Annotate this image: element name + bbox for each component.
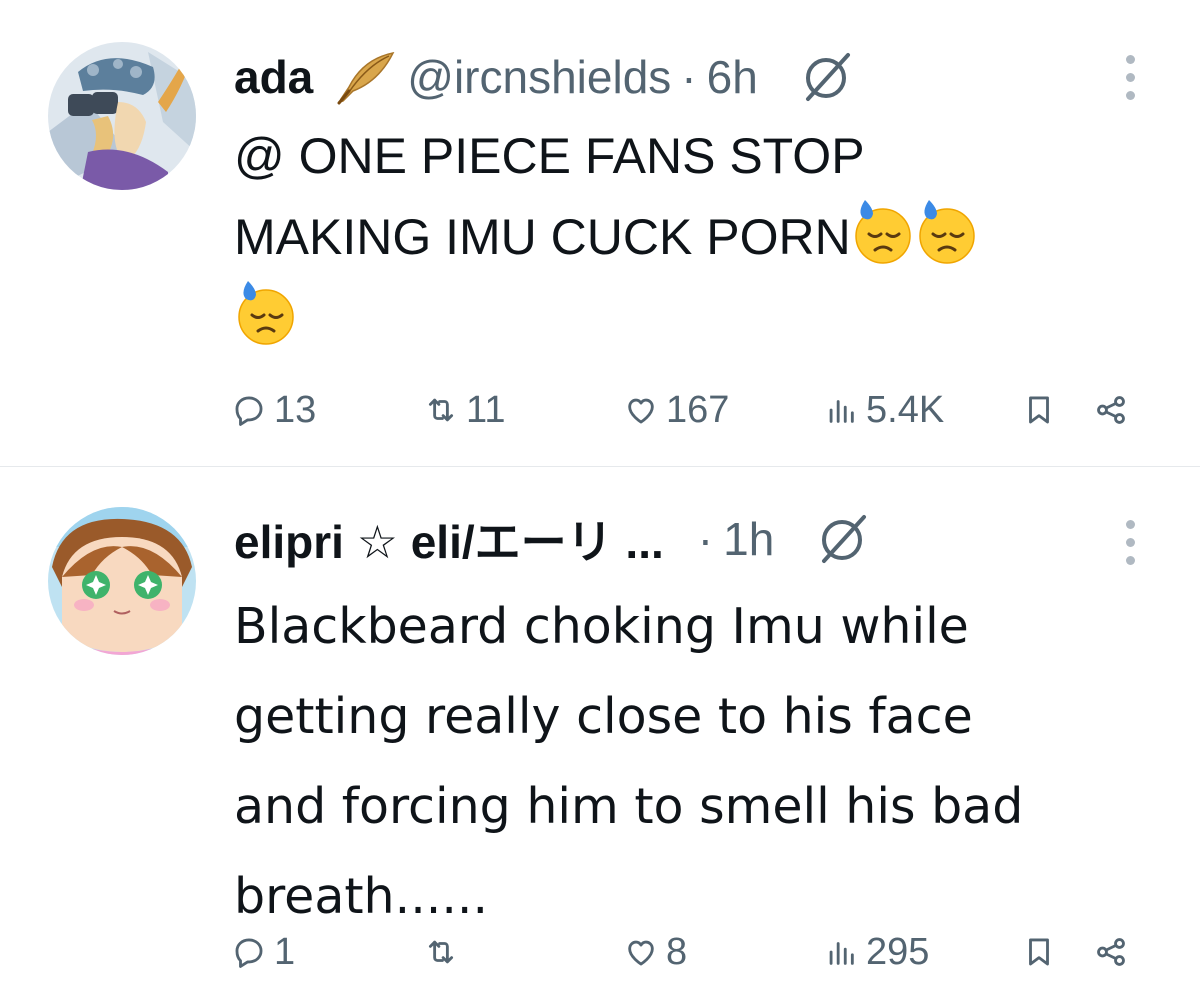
reply-count: 1 <box>274 930 296 973</box>
bookmark-icon <box>1029 396 1049 424</box>
grok-icon[interactable] <box>814 511 870 567</box>
share-icon <box>1097 938 1125 966</box>
tweet-text-line: getting really close to his face <box>234 688 973 745</box>
tweet-text-line: and forcing him to smell his bad <box>234 778 1024 835</box>
tweet-text-line-with-emoji: MAKING IMU CUCK PORN <box>234 196 1134 277</box>
tweet-text-line: MAKING IMU CUCK PORN <box>234 209 851 265</box>
avatar[interactable] <box>48 507 196 655</box>
downcast-sweat-face-emoji <box>234 277 298 347</box>
views-button[interactable]: 5.4K <box>824 385 944 435</box>
repost-icon <box>428 398 454 422</box>
display-name[interactable]: ada <box>234 50 313 104</box>
handle[interactable]: @ircnshields <box>407 50 671 104</box>
bookmark-button[interactable] <box>1022 385 1064 435</box>
timestamp[interactable]: 1h <box>723 512 774 566</box>
share-button[interactable] <box>1094 927 1136 977</box>
reply-icon <box>235 396 263 426</box>
grok-icon[interactable] <box>798 49 854 105</box>
views-count: 295 <box>866 930 930 973</box>
tweet-text-line: @ ONE PIECE FANS STOP <box>234 128 865 184</box>
bookmark-icon <box>1029 938 1049 966</box>
like-button[interactable]: 8 <box>624 927 687 977</box>
repost-count: 11 <box>466 388 506 431</box>
like-button[interactable]: 167 <box>624 385 729 435</box>
views-count: 5.4K <box>866 388 945 431</box>
reply-button[interactable]: 13 <box>232 385 316 435</box>
separator: · <box>681 51 697 103</box>
downcast-sweat-face-emoji <box>851 196 915 266</box>
reply-button[interactable]: 1 <box>232 927 295 977</box>
bookmark-button[interactable] <box>1022 927 1064 977</box>
repost-button[interactable] <box>424 927 466 977</box>
downcast-sweat-face-emoji <box>915 196 979 266</box>
tweet-text-line: Blackbeard choking Imu while <box>234 598 969 655</box>
feather-icon <box>327 47 399 107</box>
tweet-2[interactable]: elipri ☆ eli/エーリ ... · 1h Blackbeard cho… <box>0 467 1200 1003</box>
avatar[interactable] <box>48 42 196 190</box>
like-count: 167 <box>666 388 730 431</box>
more-icon[interactable] <box>1116 42 1144 112</box>
separator: · <box>697 513 714 565</box>
more-icon[interactable] <box>1116 507 1144 577</box>
tweet-header: elipri ☆ eli/エーリ ... · 1h <box>234 504 870 574</box>
repost-icon <box>428 940 454 964</box>
timestamp[interactable]: 6h <box>707 50 758 104</box>
like-icon <box>628 940 654 966</box>
like-icon <box>628 398 654 424</box>
like-count: 8 <box>666 930 688 973</box>
emoji-line <box>234 277 1134 358</box>
repost-button[interactable]: 11 <box>424 385 505 435</box>
action-bar: 13 11 167 5.4K <box>232 385 1142 435</box>
tweet-text: @ ONE PIECE FANS STOP MAKING IMU CUCK PO… <box>234 116 1134 358</box>
views-icon <box>829 400 854 423</box>
tweet-text: Blackbeard choking Imu while getting rea… <box>234 582 1134 942</box>
tweet-1[interactable]: ada @ircnshields · 6h @ ONE PIECE FANS S… <box>0 0 1200 466</box>
views-icon <box>829 942 854 965</box>
share-icon <box>1097 396 1125 424</box>
display-name[interactable]: elipri ☆ eli/エーリ ... <box>234 506 664 572</box>
views-button[interactable]: 295 <box>824 927 929 977</box>
action-bar: 1 8 295 <box>232 927 1142 977</box>
tweet-header: ada @ircnshields · 6h <box>234 42 854 112</box>
reply-icon <box>235 938 263 968</box>
share-button[interactable] <box>1094 385 1136 435</box>
reply-count: 13 <box>274 388 317 431</box>
